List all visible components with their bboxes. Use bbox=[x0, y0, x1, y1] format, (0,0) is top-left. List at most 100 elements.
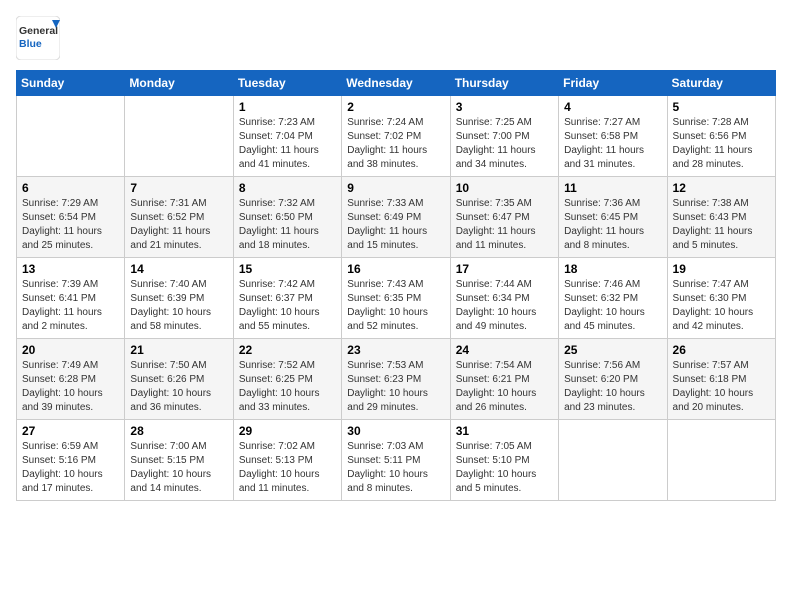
calendar-day-header: Monday bbox=[125, 71, 233, 96]
day-info: Sunrise: 7:36 AMSunset: 6:45 PMDaylight:… bbox=[564, 197, 661, 253]
day-info: Sunrise: 7:32 AMSunset: 6:50 PMDaylight:… bbox=[239, 197, 336, 253]
day-number: 13 bbox=[22, 262, 119, 276]
day-number: 2 bbox=[347, 100, 444, 114]
day-number: 21 bbox=[130, 343, 227, 357]
day-number: 1 bbox=[239, 100, 336, 114]
day-number: 3 bbox=[456, 100, 553, 114]
calendar-day-header: Tuesday bbox=[233, 71, 341, 96]
day-number: 15 bbox=[239, 262, 336, 276]
day-number: 31 bbox=[456, 424, 553, 438]
calendar-cell: 11 Sunrise: 7:36 AMSunset: 6:45 PMDayligh… bbox=[559, 177, 667, 258]
calendar-cell: 22Sunrise: 7:52 AMSunset: 6:25 PMDayligh… bbox=[233, 339, 341, 420]
calendar-week-row: 13 Sunrise: 7:39 AMSunset: 6:41 PMDayligh… bbox=[17, 258, 776, 339]
calendar-cell: 26 Sunrise: 7:57 AMSunset: 6:18 PMDayligh… bbox=[667, 339, 775, 420]
calendar-cell bbox=[667, 420, 775, 501]
calendar-day-header: Saturday bbox=[667, 71, 775, 96]
day-info: Sunrise: 7:40 AMSunset: 6:39 PMDaylight:… bbox=[130, 278, 227, 334]
calendar-cell: 30 Sunrise: 7:03 AMSunset: 5:11 PMDayligh… bbox=[342, 420, 450, 501]
calendar-cell: 31 Sunrise: 7:05 AMSunset: 5:10 PMDayligh… bbox=[450, 420, 558, 501]
calendar-day-header: Thursday bbox=[450, 71, 558, 96]
day-info: Sunrise: 7:24 AMSunset: 7:02 PMDaylight:… bbox=[347, 116, 444, 172]
calendar-cell: 4 Sunrise: 7:27 AMSunset: 6:58 PMDaylight… bbox=[559, 96, 667, 177]
calendar-table: SundayMondayTuesdayWednesdayThursdayFrid… bbox=[16, 70, 776, 501]
day-number: 29 bbox=[239, 424, 336, 438]
calendar-cell: 14 Sunrise: 7:40 AMSunset: 6:39 PMDayligh… bbox=[125, 258, 233, 339]
day-info: Sunrise: 7:44 AMSunset: 6:34 PMDaylight:… bbox=[456, 278, 553, 334]
day-number: 28 bbox=[130, 424, 227, 438]
day-number: 5 bbox=[673, 100, 770, 114]
calendar-cell: 27 Sunrise: 6:59 AMSunset: 5:16 PMDayligh… bbox=[17, 420, 125, 501]
logo-svg: General Blue bbox=[16, 16, 60, 60]
svg-text:General: General bbox=[19, 25, 58, 37]
calendar-cell: 21Sunrise: 7:50 AMSunset: 6:26 PMDayligh… bbox=[125, 339, 233, 420]
day-number: 19 bbox=[673, 262, 770, 276]
calendar-day-header: Friday bbox=[559, 71, 667, 96]
day-info: Sunrise: 7:57 AMSunset: 6:18 PMDaylight:… bbox=[673, 359, 770, 415]
calendar-header-row: SundayMondayTuesdayWednesdayThursdayFrid… bbox=[17, 71, 776, 96]
calendar-week-row: 27 Sunrise: 6:59 AMSunset: 5:16 PMDayligh… bbox=[17, 420, 776, 501]
day-number: 7 bbox=[130, 181, 227, 195]
calendar-week-row: 1Sunrise: 7:23 AMSunset: 7:04 PMDaylight… bbox=[17, 96, 776, 177]
day-info: Sunrise: 7:52 AMSunset: 6:25 PMDaylight:… bbox=[239, 359, 336, 415]
day-info: Sunrise: 7:47 AMSunset: 6:30 PMDaylight:… bbox=[673, 278, 770, 334]
calendar-cell: 17 Sunrise: 7:44 AMSunset: 6:34 PMDayligh… bbox=[450, 258, 558, 339]
day-number: 14 bbox=[130, 262, 227, 276]
day-number: 10 bbox=[456, 181, 553, 195]
day-info: Sunrise: 7:43 AMSunset: 6:35 PMDaylight:… bbox=[347, 278, 444, 334]
calendar-cell: 20 Sunrise: 7:49 AMSunset: 6:28 PMDayligh… bbox=[17, 339, 125, 420]
calendar-cell: 8 Sunrise: 7:32 AMSunset: 6:50 PMDaylight… bbox=[233, 177, 341, 258]
day-info: Sunrise: 7:56 AMSunset: 6:20 PMDaylight:… bbox=[564, 359, 661, 415]
calendar-cell: 28 Sunrise: 7:00 AMSunset: 5:15 PMDayligh… bbox=[125, 420, 233, 501]
calendar-cell: 2 Sunrise: 7:24 AMSunset: 7:02 PMDaylight… bbox=[342, 96, 450, 177]
day-number: 9 bbox=[347, 181, 444, 195]
day-info: Sunrise: 7:03 AMSunset: 5:11 PMDaylight:… bbox=[347, 440, 444, 496]
day-info: Sunrise: 6:59 AMSunset: 5:16 PMDaylight:… bbox=[22, 440, 119, 496]
day-info: Sunrise: 7:29 AMSunset: 6:54 PMDaylight:… bbox=[22, 197, 119, 253]
calendar-cell: 29 Sunrise: 7:02 AMSunset: 5:13 PMDayligh… bbox=[233, 420, 341, 501]
calendar-day-header: Sunday bbox=[17, 71, 125, 96]
day-info: Sunrise: 7:54 AMSunset: 6:21 PMDaylight:… bbox=[456, 359, 553, 415]
day-info: Sunrise: 7:53 AMSunset: 6:23 PMDaylight:… bbox=[347, 359, 444, 415]
day-info: Sunrise: 7:39 AMSunset: 6:41 PMDaylight:… bbox=[22, 278, 119, 334]
day-number: 16 bbox=[347, 262, 444, 276]
calendar-cell: 23Sunrise: 7:53 AMSunset: 6:23 PMDayligh… bbox=[342, 339, 450, 420]
calendar-cell: 7 Sunrise: 7:31 AMSunset: 6:52 PMDaylight… bbox=[125, 177, 233, 258]
calendar-cell: 15 Sunrise: 7:42 AMSunset: 6:37 PMDayligh… bbox=[233, 258, 341, 339]
calendar-cell bbox=[17, 96, 125, 177]
day-info: Sunrise: 7:05 AMSunset: 5:10 PMDaylight:… bbox=[456, 440, 553, 496]
calendar-cell: 5Sunrise: 7:28 AMSunset: 6:56 PMDaylight… bbox=[667, 96, 775, 177]
day-number: 20 bbox=[22, 343, 119, 357]
day-info: Sunrise: 7:02 AMSunset: 5:13 PMDaylight:… bbox=[239, 440, 336, 496]
day-info: Sunrise: 7:49 AMSunset: 6:28 PMDaylight:… bbox=[22, 359, 119, 415]
day-info: Sunrise: 7:42 AMSunset: 6:37 PMDaylight:… bbox=[239, 278, 336, 334]
day-info: Sunrise: 7:31 AMSunset: 6:52 PMDaylight:… bbox=[130, 197, 227, 253]
calendar-cell: 16 Sunrise: 7:43 AMSunset: 6:35 PMDayligh… bbox=[342, 258, 450, 339]
calendar-cell: 10Sunrise: 7:35 AMSunset: 6:47 PMDayligh… bbox=[450, 177, 558, 258]
day-number: 26 bbox=[673, 343, 770, 357]
day-number: 30 bbox=[347, 424, 444, 438]
day-number: 27 bbox=[22, 424, 119, 438]
calendar-cell bbox=[125, 96, 233, 177]
day-info: Sunrise: 7:27 AMSunset: 6:58 PMDaylight:… bbox=[564, 116, 661, 172]
calendar-day-header: Wednesday bbox=[342, 71, 450, 96]
day-info: Sunrise: 7:00 AMSunset: 5:15 PMDaylight:… bbox=[130, 440, 227, 496]
day-number: 4 bbox=[564, 100, 661, 114]
day-info: Sunrise: 7:46 AMSunset: 6:32 PMDaylight:… bbox=[564, 278, 661, 334]
day-number: 17 bbox=[456, 262, 553, 276]
day-number: 12 bbox=[673, 181, 770, 195]
calendar-cell: 6Sunrise: 7:29 AMSunset: 6:54 PMDaylight… bbox=[17, 177, 125, 258]
calendar-cell: 13 Sunrise: 7:39 AMSunset: 6:41 PMDayligh… bbox=[17, 258, 125, 339]
day-number: 8 bbox=[239, 181, 336, 195]
day-number: 25 bbox=[564, 343, 661, 357]
day-info: Sunrise: 7:25 AMSunset: 7:00 PMDaylight:… bbox=[456, 116, 553, 172]
calendar-cell: 18Sunrise: 7:46 AMSunset: 6:32 PMDayligh… bbox=[559, 258, 667, 339]
calendar-cell: 3 Sunrise: 7:25 AMSunset: 7:00 PMDaylight… bbox=[450, 96, 558, 177]
calendar-cell: 9Sunrise: 7:33 AMSunset: 6:49 PMDaylight… bbox=[342, 177, 450, 258]
logo: General Blue bbox=[16, 16, 60, 60]
calendar-cell bbox=[559, 420, 667, 501]
calendar-cell: 12Sunrise: 7:38 AMSunset: 6:43 PMDayligh… bbox=[667, 177, 775, 258]
calendar-cell: 24Sunrise: 7:54 AMSunset: 6:21 PMDayligh… bbox=[450, 339, 558, 420]
day-number: 11 bbox=[564, 181, 661, 195]
page-header: General Blue bbox=[16, 16, 776, 60]
calendar-cell: 25 Sunrise: 7:56 AMSunset: 6:20 PMDayligh… bbox=[559, 339, 667, 420]
